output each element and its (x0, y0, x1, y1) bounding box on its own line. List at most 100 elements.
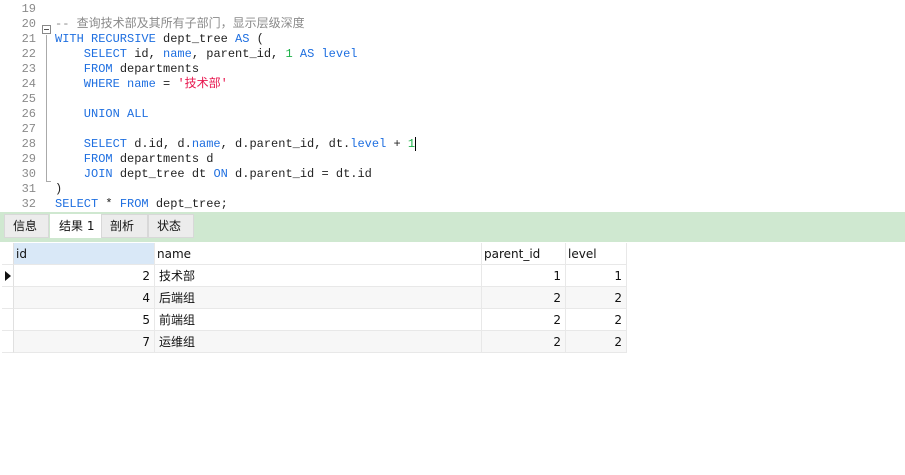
cell-name[interactable]: 技术部 (155, 265, 482, 287)
code-line[interactable]: 22 SELECT id, name, parent_id, 1 AS leve… (0, 47, 905, 62)
code-token-kw: WHERE name (55, 77, 164, 91)
cell-parent-id[interactable]: 2 (482, 287, 566, 309)
code-line[interactable]: 31) (0, 182, 905, 197)
cell-parent-id[interactable]: 2 (482, 331, 566, 353)
code-text: ) (55, 182, 62, 197)
cell-id[interactable]: 5 (14, 309, 155, 331)
code-text: FROM departments (55, 62, 199, 77)
code-line[interactable]: 26 UNION ALL (0, 107, 905, 122)
line-number: 29 (21, 152, 36, 166)
tab-profile[interactable]: 剖析 (101, 214, 148, 238)
code-token-kw: SELECT (55, 47, 135, 61)
code-token-kw: FROM (119, 197, 156, 211)
column-header-id[interactable]: id (14, 243, 155, 265)
code-token-kw: AS (235, 32, 250, 46)
code-line[interactable]: 20 -- 查询技术部及其所有子部门，显示层级深度 (0, 17, 905, 32)
code-token-num: 1 (285, 47, 300, 61)
code-token-id: departments (119, 62, 200, 76)
row-indicator[interactable] (2, 309, 14, 331)
column-header-parent-id[interactable]: parent_id (482, 243, 566, 265)
cell-level[interactable]: 2 (566, 331, 627, 353)
code-token-id: ) (55, 182, 63, 196)
line-number: 27 (21, 122, 36, 136)
code-text: SELECT * FROM dept_tree; (55, 197, 228, 212)
line-number: 31 (21, 182, 36, 196)
column-header-name[interactable]: name (155, 243, 482, 265)
code-text: WHERE name = '技术部' (55, 77, 228, 92)
code-token-id: id, (134, 47, 164, 61)
cell-name[interactable]: 后端组 (155, 287, 482, 309)
line-number: 24 (21, 77, 36, 91)
code-token-kw: UNION ALL (55, 107, 149, 121)
code-text: JOIN dept_tree dt ON d.parent_id = dt.id (55, 167, 372, 182)
code-text: FROM departments d (55, 152, 214, 167)
code-line[interactable]: 23 FROM departments (0, 62, 905, 77)
code-text: -- 查询技术部及其所有子部门，显示层级深度 (55, 17, 305, 32)
code-token-id: * (105, 197, 120, 211)
cell-id[interactable]: 7 (14, 331, 155, 353)
code-token-kw: level (350, 137, 387, 151)
code-line[interactable]: 28 SELECT d.id, d.name, d.parent_id, dt.… (0, 137, 905, 152)
column-header-level[interactable]: level (566, 243, 627, 265)
line-number: 21 (21, 32, 36, 46)
line-number: 25 (21, 92, 36, 106)
code-token-kw: ON (213, 167, 236, 181)
code-token-id: = (163, 77, 178, 91)
code-text: SELECT id, name, parent_id, 1 AS level (55, 47, 358, 62)
grid-header-row: id name parent_id level (2, 243, 628, 265)
table-row[interactable]: 7 运维组 2 2 (2, 331, 628, 353)
text-cursor (415, 137, 417, 151)
code-line[interactable]: 21 WITH RECURSIVE dept_tree AS ( (0, 32, 905, 47)
code-token-kw: SELECT (55, 137, 135, 151)
cell-level[interactable]: 1 (566, 265, 627, 287)
code-token-kw: name (191, 137, 221, 151)
cell-name[interactable]: 运维组 (155, 331, 482, 353)
code-token-kw: FROM (55, 62, 120, 76)
code-text: SELECT d.id, d.name, d.parent_id, dt.lev… (55, 137, 417, 152)
code-text: WITH RECURSIVE dept_tree AS ( (55, 32, 264, 47)
result-tab-bar: 信息 结果 1 剖析 状态 (0, 212, 905, 242)
tab-info[interactable]: 信息 (4, 214, 49, 238)
line-number: 22 (21, 47, 36, 61)
code-token-kw: JOIN (55, 167, 120, 181)
row-indicator-header (2, 243, 14, 265)
code-token-kw: name (163, 47, 192, 61)
code-token-cm: -- 查询技术部及其所有子部门，显示层级深度 (55, 17, 305, 31)
code-line[interactable]: 32 SELECT * FROM dept_tree; (0, 197, 905, 212)
code-token-kw: FROM (55, 152, 120, 166)
tab-status[interactable]: 状态 (148, 214, 194, 238)
code-text: UNION ALL (55, 107, 149, 122)
sql-editor[interactable]: 19 20 -- 查询技术部及其所有子部门，显示层级深度 21 WITH RECURSI… (0, 0, 905, 212)
cell-id[interactable]: 2 (14, 265, 155, 287)
table-row[interactable]: 4 后端组 2 2 (2, 287, 628, 309)
cell-level[interactable]: 2 (566, 309, 627, 331)
line-number: 19 (21, 2, 36, 16)
code-line[interactable]: 29 FROM departments d (0, 152, 905, 167)
cell-name[interactable]: 前端组 (155, 309, 482, 331)
table-row[interactable]: 2 技术部 1 1 (2, 265, 628, 287)
code-token-id: dept_tree (163, 32, 236, 46)
row-indicator[interactable] (2, 287, 14, 309)
line-number: 23 (21, 62, 36, 76)
cell-id[interactable]: 4 (14, 287, 155, 309)
tab-result-1[interactable]: 结果 1 (50, 214, 101, 238)
code-line[interactable]: 30 JOIN dept_tree dt ON d.parent_id = dt… (0, 167, 905, 182)
cell-level[interactable]: 2 (566, 287, 627, 309)
code-line[interactable]: 24 WHERE name = '技术部' (0, 77, 905, 92)
code-token-id: d.parent_id = dt.id (235, 167, 372, 181)
table-row[interactable]: 5 前端组 2 2 (2, 309, 628, 331)
code-line[interactable]: 25 (0, 92, 905, 107)
code-token-kw: WITH RECURSIVE (55, 32, 164, 46)
code-token-id: + (386, 137, 408, 151)
cell-parent-id[interactable]: 1 (482, 265, 566, 287)
row-indicator[interactable] (2, 331, 14, 353)
cell-parent-id[interactable]: 2 (482, 309, 566, 331)
code-line[interactable]: 27 (0, 122, 905, 137)
line-number: 32 (21, 197, 36, 211)
row-indicator[interactable] (2, 265, 14, 287)
code-token-id: departments d (119, 152, 214, 166)
code-line[interactable]: 19 (0, 2, 905, 17)
code-token-id: , parent_id, (191, 47, 286, 61)
code-token-id: dept_tree dt (119, 167, 214, 181)
line-number: 26 (21, 107, 36, 121)
